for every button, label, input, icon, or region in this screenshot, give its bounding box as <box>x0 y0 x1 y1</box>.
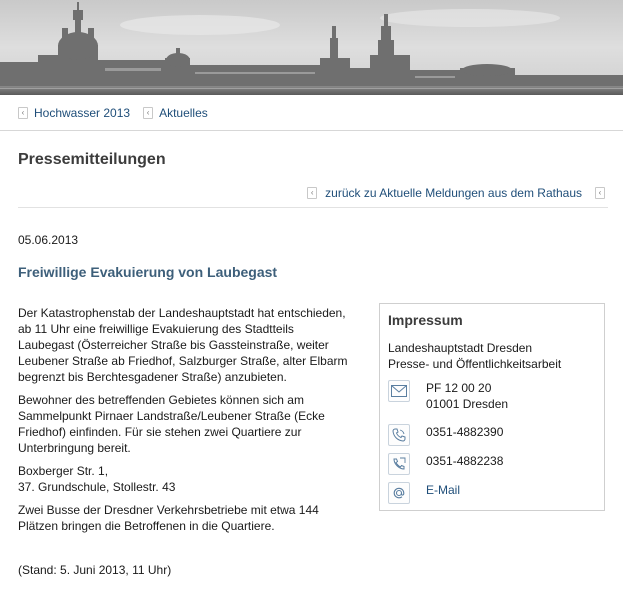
article-paragraph: Der Katastrophenstab der Landeshauptstad… <box>18 306 348 384</box>
chevron-left-icon: ‹ <box>595 187 605 199</box>
header-banner-skyline <box>0 0 623 95</box>
article-paragraph: Zwei Busse der Dresdner Verkehrsbetriebe… <box>18 503 319 533</box>
impressum-email[interactable]: E-Mail <box>388 482 460 504</box>
page-title: Pressemitteilungen <box>18 151 166 168</box>
envelope-icon <box>388 380 410 402</box>
fax-icon <box>388 453 410 475</box>
impressum-box: Impressum Landeshauptstadt Dresden Press… <box>379 303 605 511</box>
at-sign-icon <box>388 482 410 504</box>
impressum-title: Impressum <box>388 312 463 328</box>
back-to-news-link[interactable]: ‹ zurück zu Aktuelle Meldungen aus dem R… <box>307 186 605 200</box>
chevron-left-icon: ‹ <box>18 107 28 119</box>
divider <box>18 207 608 208</box>
article-body: Der Katastrophenstab der Landeshauptstad… <box>18 305 358 541</box>
article-date: 05.06.2013 <box>18 233 79 247</box>
email-link[interactable]: E-Mail <box>426 482 460 504</box>
divider <box>0 130 623 131</box>
back-link-label: zurück zu Aktuelle Meldungen aus dem Rat… <box>325 186 582 200</box>
breadcrumb-label: Aktuelles <box>159 106 208 120</box>
breadcrumb-item-aktuelles[interactable]: ‹ Aktuelles <box>143 106 208 120</box>
chevron-left-icon: ‹ <box>307 187 318 199</box>
article-paragraph: Bewohner des betreffenden Gebietes könne… <box>18 393 325 455</box>
article-headline: Freiwillige Evakuierung von Laubegast <box>18 264 278 280</box>
article-status-timestamp: (Stand: 5. Juni 2013, 11 Uhr) <box>18 563 172 577</box>
impressum-fax: 0351-4882238 <box>388 453 503 475</box>
breadcrumb-label: Hochwasser 2013 <box>34 106 131 120</box>
breadcrumb: ‹ Hochwasser 2013 ‹ Aktuelles <box>18 104 221 122</box>
phone-icon <box>388 424 410 446</box>
chevron-left-icon: ‹ <box>143 107 154 119</box>
impressum-phone: 0351-4882390 <box>388 424 503 446</box>
article-paragraph: Boxberger Str. 1, 37. Grundschule, Stoll… <box>18 464 176 494</box>
impressum-postbox: PF 12 00 20 01001 Dresden <box>388 380 508 412</box>
impressum-organization: Landeshauptstadt Dresden Presse- und Öff… <box>388 341 562 371</box>
breadcrumb-item-hochwasser[interactable]: ‹ Hochwasser 2013 <box>18 106 130 120</box>
